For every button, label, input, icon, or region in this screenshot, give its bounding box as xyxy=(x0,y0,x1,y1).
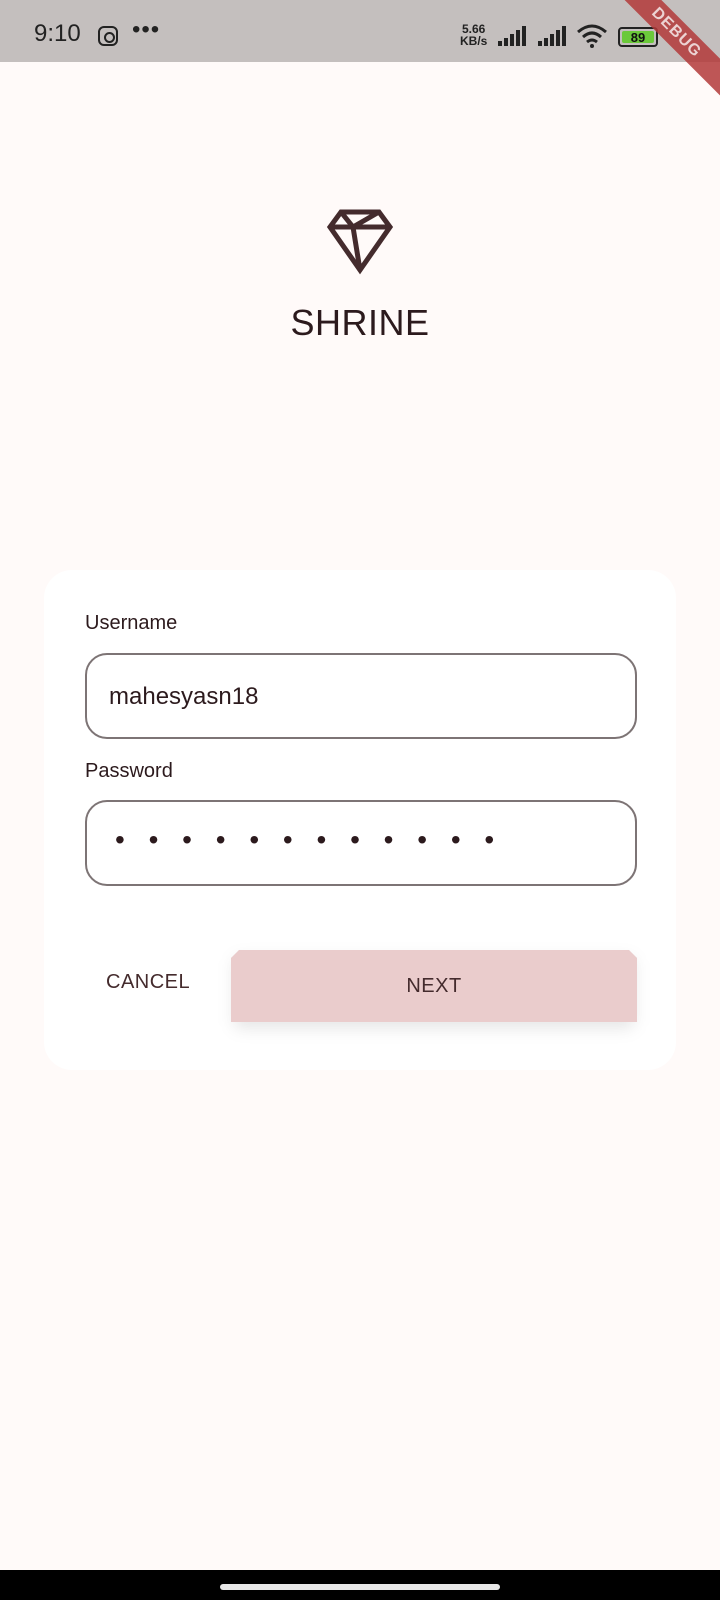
username-label: Username xyxy=(85,612,178,634)
signal-icon-2 xyxy=(538,26,568,46)
password-value: • • • • • • • • • • • • xyxy=(115,824,503,855)
navigation-bar xyxy=(0,1570,720,1600)
battery-icon: 89 xyxy=(618,27,658,47)
network-speed-unit: KB/s xyxy=(460,34,488,48)
password-label: Password xyxy=(85,760,173,782)
username-value: mahesyasn18 xyxy=(109,683,259,710)
next-button[interactable]: NEXT xyxy=(231,950,637,1022)
network-speed: 5.66 KB/s xyxy=(460,23,487,47)
overflow-dots: ••• xyxy=(132,16,161,43)
wifi-icon xyxy=(576,24,608,53)
login-card: Username mahesyasn18 Password • • • • • … xyxy=(44,570,676,1070)
cancel-button[interactable]: CANCEL xyxy=(88,962,208,1002)
status-time: 9:10 xyxy=(34,20,81,47)
status-bar: 9:10 ••• 5.66 KB/s 89 DEBUG xyxy=(0,0,720,106)
instagram-icon xyxy=(98,26,118,46)
signal-icon xyxy=(498,26,528,46)
battery-level: 89 xyxy=(622,31,654,44)
username-field[interactable]: mahesyasn18 xyxy=(85,653,637,739)
password-field[interactable]: • • • • • • • • • • • • xyxy=(85,800,637,886)
debug-banner: DEBUG xyxy=(603,0,720,106)
brand-title: SHRINE xyxy=(290,302,430,343)
home-handle[interactable] xyxy=(220,1584,500,1590)
diamond-icon xyxy=(326,209,394,280)
